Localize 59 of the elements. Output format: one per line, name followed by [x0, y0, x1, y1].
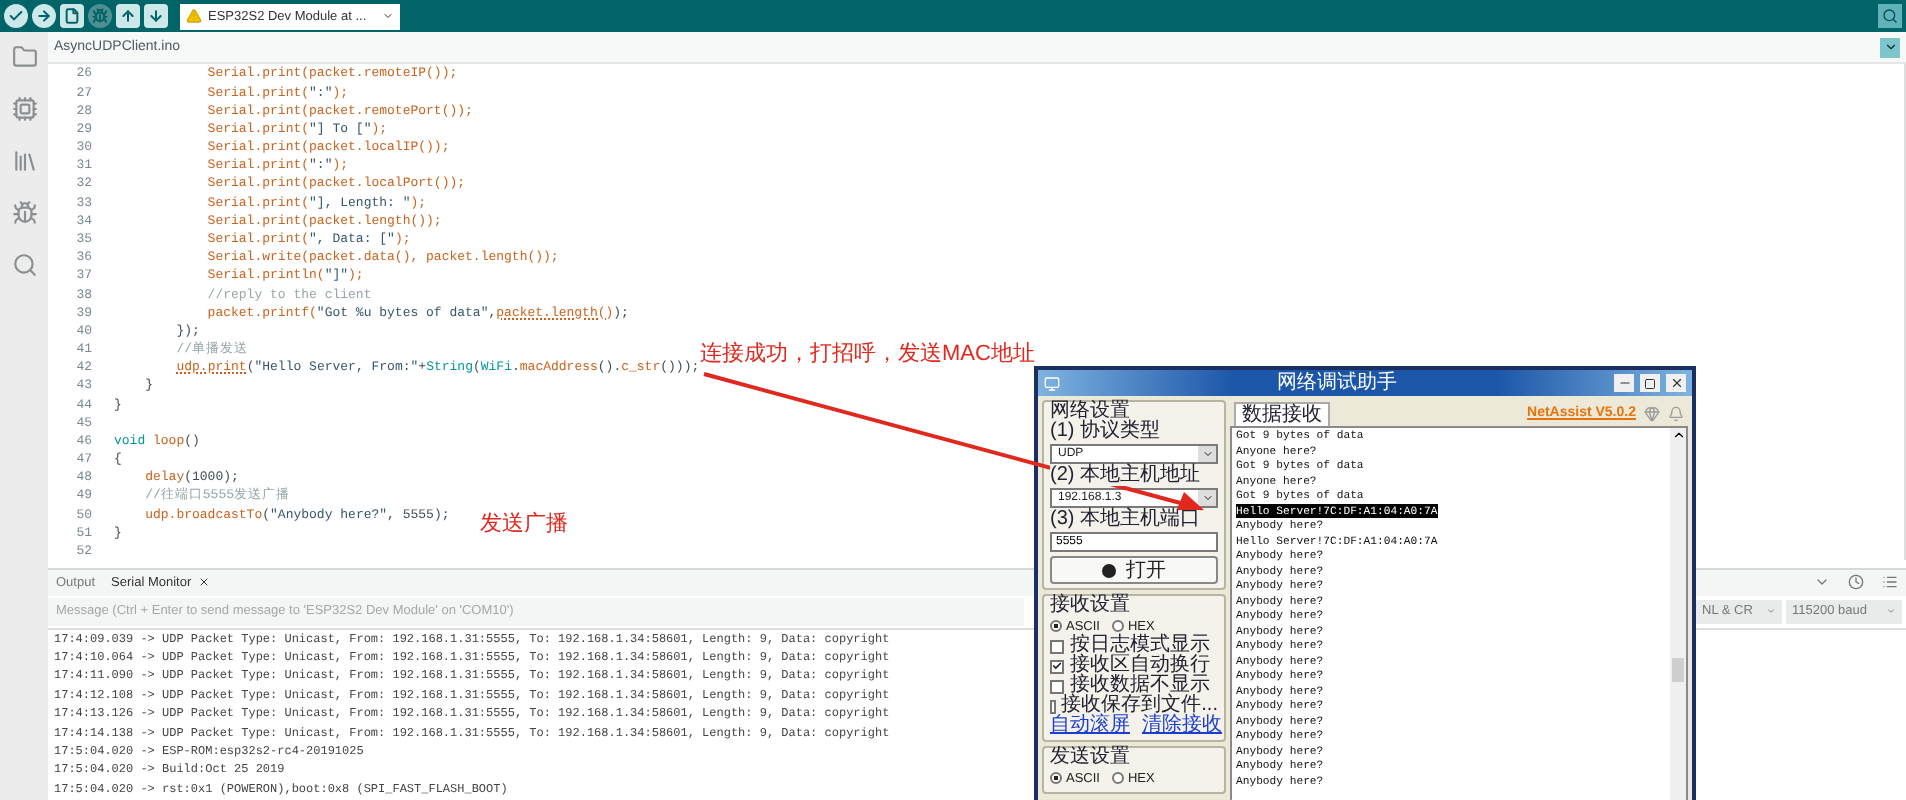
new-file-button[interactable] [60, 4, 84, 28]
checkbox[interactable]: 接收区自动换行 [1050, 656, 1218, 676]
arrow-down-icon [148, 8, 164, 24]
dot-icon [1102, 563, 1116, 577]
check-icon [8, 8, 24, 24]
list-icon[interactable] [1882, 574, 1898, 591]
annotation-text: 连接成功，打招呼，发送MAC地址 [700, 339, 1035, 368]
caret-icon [1766, 606, 1776, 617]
field-label: (3) 本地主机端口 [1050, 510, 1200, 530]
receive-tab[interactable]: 数据接收 [1234, 401, 1330, 425]
scroll-up-icon[interactable] [1671, 428, 1685, 442]
caret-icon [1201, 492, 1213, 504]
caret-icon [382, 10, 394, 22]
debug-icon[interactable] [11, 200, 37, 226]
window-title: 网络调试助手 [1275, 372, 1399, 394]
upload-button[interactable] [32, 4, 56, 28]
field-label: (1) 协议类型 [1050, 422, 1160, 442]
scroll-thumb[interactable] [1672, 658, 1684, 682]
search-icon[interactable] [11, 252, 37, 278]
group-title: 发送设置 [1050, 748, 1132, 768]
arrow-right-icon [36, 8, 52, 24]
maximize-icon [1644, 377, 1656, 389]
link[interactable]: 自动滚屏 [1050, 716, 1130, 736]
tab-menu-button[interactable] [1880, 37, 1900, 57]
diamond-icon[interactable] [1644, 405, 1660, 421]
checkbox[interactable]: 接收保存到文件... [1050, 696, 1218, 716]
board-icon[interactable] [11, 96, 37, 122]
maximize-button[interactable] [1640, 374, 1660, 392]
verify-button[interactable] [4, 4, 28, 28]
app-icon [1044, 375, 1060, 391]
serial-monitor-button[interactable] [144, 4, 168, 28]
check-icon [1052, 660, 1062, 672]
bug-icon [92, 8, 108, 24]
caret-icon [1886, 606, 1896, 617]
scrollbar[interactable] [1670, 428, 1686, 800]
minimize-icon [1617, 376, 1631, 390]
search-icon [1882, 8, 1898, 24]
library-icon[interactable] [11, 148, 37, 174]
warning-icon [186, 8, 202, 24]
link[interactable]: 清除接收 [1142, 716, 1222, 736]
arrow-up-icon [120, 8, 136, 24]
annotation-text: 发送广播 [480, 509, 568, 538]
group-title: 网络设置 [1050, 402, 1130, 422]
close-icon [1669, 376, 1683, 390]
file-icon [64, 8, 80, 24]
folder-icon[interactable] [11, 44, 37, 70]
open-button[interactable]: 打开 [1050, 556, 1218, 584]
group-title: 接收设置 [1050, 596, 1132, 616]
checkbox[interactable]: 按日志模式显示 [1050, 636, 1218, 656]
close-icon[interactable] [197, 576, 210, 589]
plotter-button[interactable] [116, 4, 140, 28]
field-label: (2) 本地主机地址 [1050, 466, 1200, 486]
checkbox[interactable]: 接收数据不显示 [1050, 676, 1218, 696]
caret-icon [1201, 448, 1213, 460]
bell-icon[interactable] [1668, 405, 1684, 421]
search-button[interactable] [1878, 4, 1902, 28]
caret-icon [1883, 40, 1897, 54]
close-button[interactable] [1666, 374, 1686, 392]
clock-icon[interactable] [1848, 574, 1864, 591]
